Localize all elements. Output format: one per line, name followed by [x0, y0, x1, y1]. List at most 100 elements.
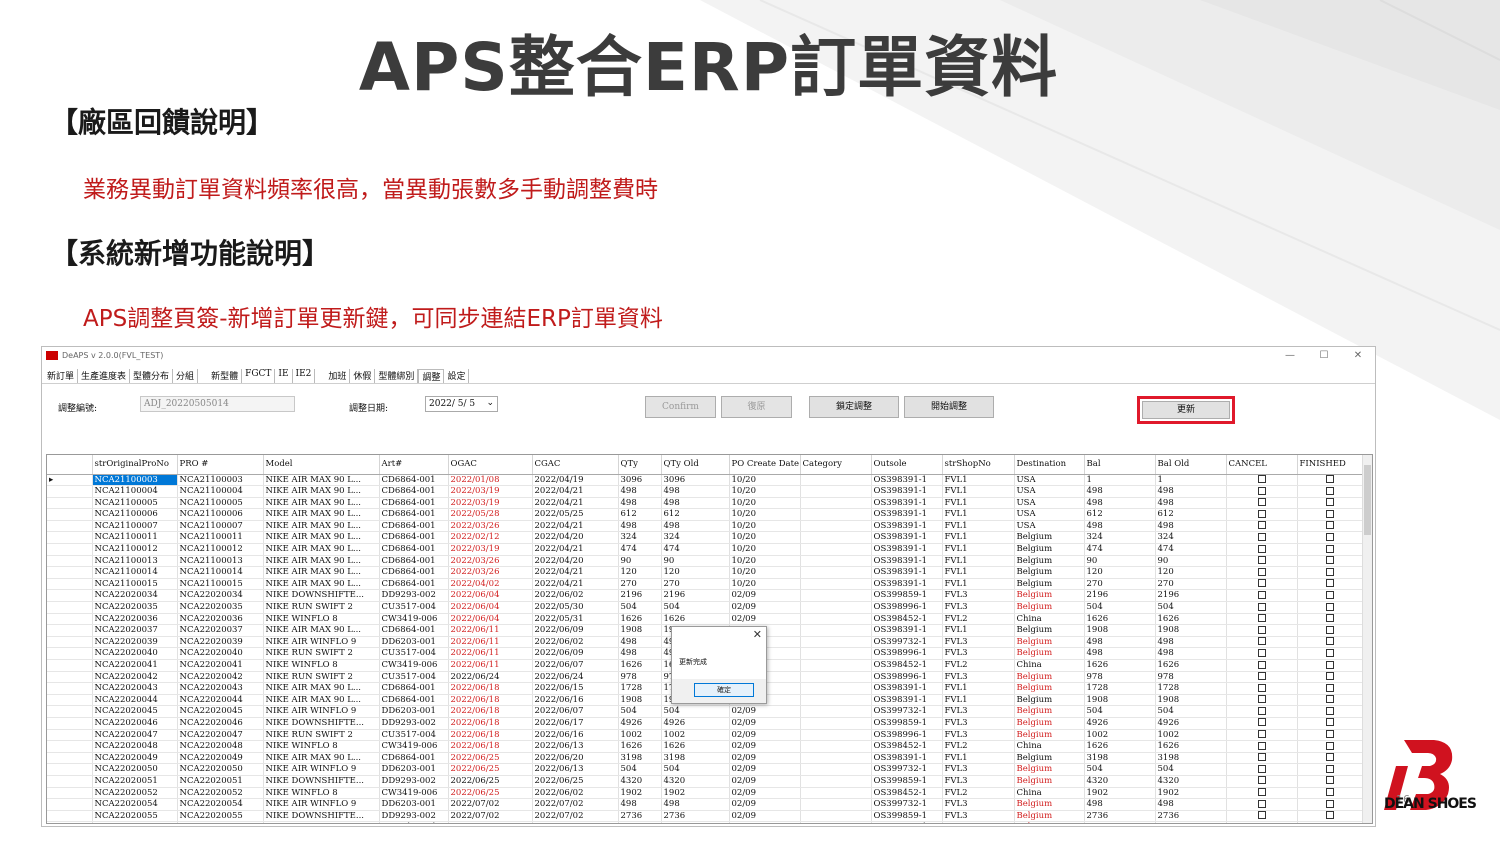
tab-8[interactable]: 加班: [325, 369, 351, 383]
adj-date-picker[interactable]: 2022/ 5/ 5 ⌄: [425, 396, 498, 412]
grid-scrollbar[interactable]: [1362, 455, 1372, 823]
column-header[interactable]: QTy Old: [661, 455, 730, 475]
confirm-button[interactable]: Confirm: [645, 396, 716, 418]
finished-checkbox[interactable]: [1326, 614, 1334, 623]
adj-no-field[interactable]: ADJ_20220505014: [140, 396, 295, 412]
tab-12[interactable]: 設定: [444, 369, 470, 383]
column-header[interactable]: Bal: [1084, 455, 1156, 475]
tab-5[interactable]: FGCT: [242, 369, 276, 383]
tab-0[interactable]: 新訂單: [44, 369, 79, 383]
finished-checkbox[interactable]: [1326, 799, 1334, 808]
table-row[interactable]: NCA22020050 NCA22020050 NIKE AIR WINFLO 9D…: [47, 763, 1364, 776]
tab-4[interactable]: 新型體: [208, 369, 243, 383]
table-row[interactable]: NCA21100012 NCA21100012 NIKE AIR MAX 90 L.…: [47, 543, 1364, 556]
table-row[interactable]: NCA21100015 NCA21100015 NIKE AIR MAX 90 L.…: [47, 578, 1364, 591]
finished-checkbox[interactable]: [1326, 648, 1334, 657]
column-header[interactable]: PRO #: [177, 455, 264, 475]
finished-checkbox[interactable]: [1326, 776, 1334, 785]
column-header[interactable]: strShopNo: [942, 455, 1015, 475]
finished-checkbox[interactable]: [1326, 695, 1334, 704]
finished-checkbox[interactable]: [1326, 544, 1334, 553]
finished-checkbox[interactable]: [1326, 764, 1334, 773]
table-row[interactable]: NCA22020047 NCA22020047 NIKE RUN SWIFT 2 CU…: [47, 729, 1364, 742]
maximize-icon[interactable]: ☐: [1307, 350, 1341, 361]
cancel-checkbox[interactable]: [1257, 753, 1266, 762]
table-row[interactable]: NCA22020048 NCA22020048 NIKE WINFLO 8 CW341…: [47, 740, 1364, 753]
finished-checkbox[interactable]: [1326, 741, 1334, 750]
tab-7[interactable]: IE2: [293, 369, 316, 383]
column-header[interactable]: CGAC: [532, 455, 619, 475]
table-row[interactable]: NCA22020045 NCA22020045 NIKE AIR WINFLO 9D…: [47, 705, 1364, 718]
tab-9[interactable]: 休假: [350, 369, 376, 383]
cancel-checkbox[interactable]: [1257, 776, 1266, 785]
finished-checkbox[interactable]: [1326, 486, 1334, 495]
finished-checkbox[interactable]: [1326, 822, 1334, 823]
column-header[interactable]: Category: [800, 455, 872, 475]
column-header[interactable]: Outsole: [871, 455, 943, 475]
finished-checkbox[interactable]: [1326, 556, 1334, 565]
finished-checkbox[interactable]: [1326, 637, 1334, 646]
table-row[interactable]: NCA22020046 NCA22020046 NIKE DOWNSHIFTE...…: [47, 717, 1364, 730]
table-row[interactable]: ▸ NCA21100003 NCA21100003 NIKE AIR MAX 90 L…: [47, 474, 1364, 487]
cancel-checkbox[interactable]: [1257, 590, 1266, 599]
finished-checkbox[interactable]: [1326, 660, 1334, 669]
finished-checkbox[interactable]: [1326, 625, 1334, 634]
table-row[interactable]: NCA21100007 NCA21100007 NIKE AIR MAX 90 L.…: [47, 520, 1364, 533]
finished-checkbox[interactable]: [1326, 509, 1334, 518]
cancel-checkbox[interactable]: [1257, 683, 1266, 692]
finished-checkbox[interactable]: [1326, 706, 1334, 715]
close-icon[interactable]: ✕: [1341, 350, 1375, 361]
table-row[interactable]: NCA22020051 NCA22020051 NIKE DOWNSHIFTE...…: [47, 775, 1364, 788]
column-header[interactable]: QTy: [618, 455, 662, 475]
cancel-checkbox[interactable]: [1257, 637, 1266, 646]
table-row[interactable]: NCA22020055 NCA22020055 NIKE DOWNSHIFTE...…: [47, 810, 1364, 823]
dialog-ok-button[interactable]: 確定: [694, 683, 754, 697]
cancel-checkbox[interactable]: [1257, 521, 1266, 530]
finished-checkbox[interactable]: [1326, 788, 1334, 797]
cancel-checkbox[interactable]: [1257, 648, 1266, 657]
table-row[interactable]: NCA22020049 NCA22020049 NIKE AIR MAX 90 L.…: [47, 752, 1364, 765]
cancel-checkbox[interactable]: [1257, 764, 1266, 773]
finished-checkbox[interactable]: [1326, 718, 1334, 727]
tab-1[interactable]: 生產進度表: [78, 369, 131, 383]
finished-checkbox[interactable]: [1326, 498, 1334, 507]
cancel-checkbox[interactable]: [1257, 544, 1266, 553]
table-row[interactable]: NCA22020034 NCA22020034 NIKE DOWNSHIFTE...…: [47, 589, 1364, 603]
table-row[interactable]: NCA21100006 NCA21100006 NIKE AIR MAX 90 L.…: [47, 508, 1364, 521]
column-header[interactable]: [47, 455, 93, 475]
update-button[interactable]: 更新: [1142, 401, 1230, 419]
table-row[interactable]: NCA22020035 NCA22020035 NIKE RUN SWIFT 2 CU…: [47, 601, 1364, 614]
table-row[interactable]: NCA21100014 NCA21100014 NIKE AIR MAX 90 L.…: [47, 566, 1364, 579]
table-row[interactable]: NCA21100011 NCA21100011 NIKE AIR MAX 90 L.…: [47, 531, 1364, 545]
column-header[interactable]: Bal Old: [1155, 455, 1227, 475]
column-header[interactable]: Destination: [1014, 455, 1085, 475]
cancel-checkbox[interactable]: [1257, 811, 1266, 820]
finished-checkbox[interactable]: [1326, 532, 1334, 541]
column-header[interactable]: CANCEL: [1226, 455, 1298, 475]
cancel-checkbox[interactable]: [1257, 799, 1266, 808]
finished-checkbox[interactable]: [1326, 672, 1334, 681]
table-row[interactable]: NCA22020056NCA22020056NIKE RUN SWIFT 2CU…: [47, 821, 1364, 823]
cancel-checkbox[interactable]: [1257, 567, 1266, 576]
column-header[interactable]: FINISHED: [1297, 455, 1364, 475]
cancel-checkbox[interactable]: [1257, 532, 1266, 541]
start-adjust-button[interactable]: 開始調整: [904, 396, 994, 418]
cancel-checkbox[interactable]: [1257, 579, 1266, 588]
cancel-checkbox[interactable]: [1257, 509, 1266, 518]
finished-checkbox[interactable]: [1326, 567, 1334, 576]
tab-6[interactable]: IE: [275, 369, 293, 383]
table-row[interactable]: NCA22020054 NCA22020054 NIKE AIR WINFLO 9D…: [47, 798, 1364, 811]
finished-checkbox[interactable]: [1326, 730, 1334, 739]
scrollbar-thumb[interactable]: [1364, 465, 1371, 535]
cancel-checkbox[interactable]: [1257, 614, 1266, 623]
tab-2[interactable]: 型體分布: [130, 369, 174, 383]
finished-checkbox[interactable]: [1326, 753, 1334, 762]
cancel-checkbox[interactable]: [1257, 788, 1266, 797]
cancel-checkbox[interactable]: [1257, 672, 1266, 681]
cancel-checkbox[interactable]: [1257, 625, 1266, 634]
table-row[interactable]: NCA21100005 NCA21100005 NIKE AIR MAX 90 L.…: [47, 497, 1364, 510]
table-row[interactable]: NCA21100013 NCA21100013 NIKE AIR MAX 90 L.…: [47, 555, 1364, 568]
tab-3[interactable]: 分組: [173, 369, 199, 383]
cancel-checkbox[interactable]: [1257, 556, 1266, 565]
cancel-checkbox[interactable]: [1257, 660, 1266, 669]
